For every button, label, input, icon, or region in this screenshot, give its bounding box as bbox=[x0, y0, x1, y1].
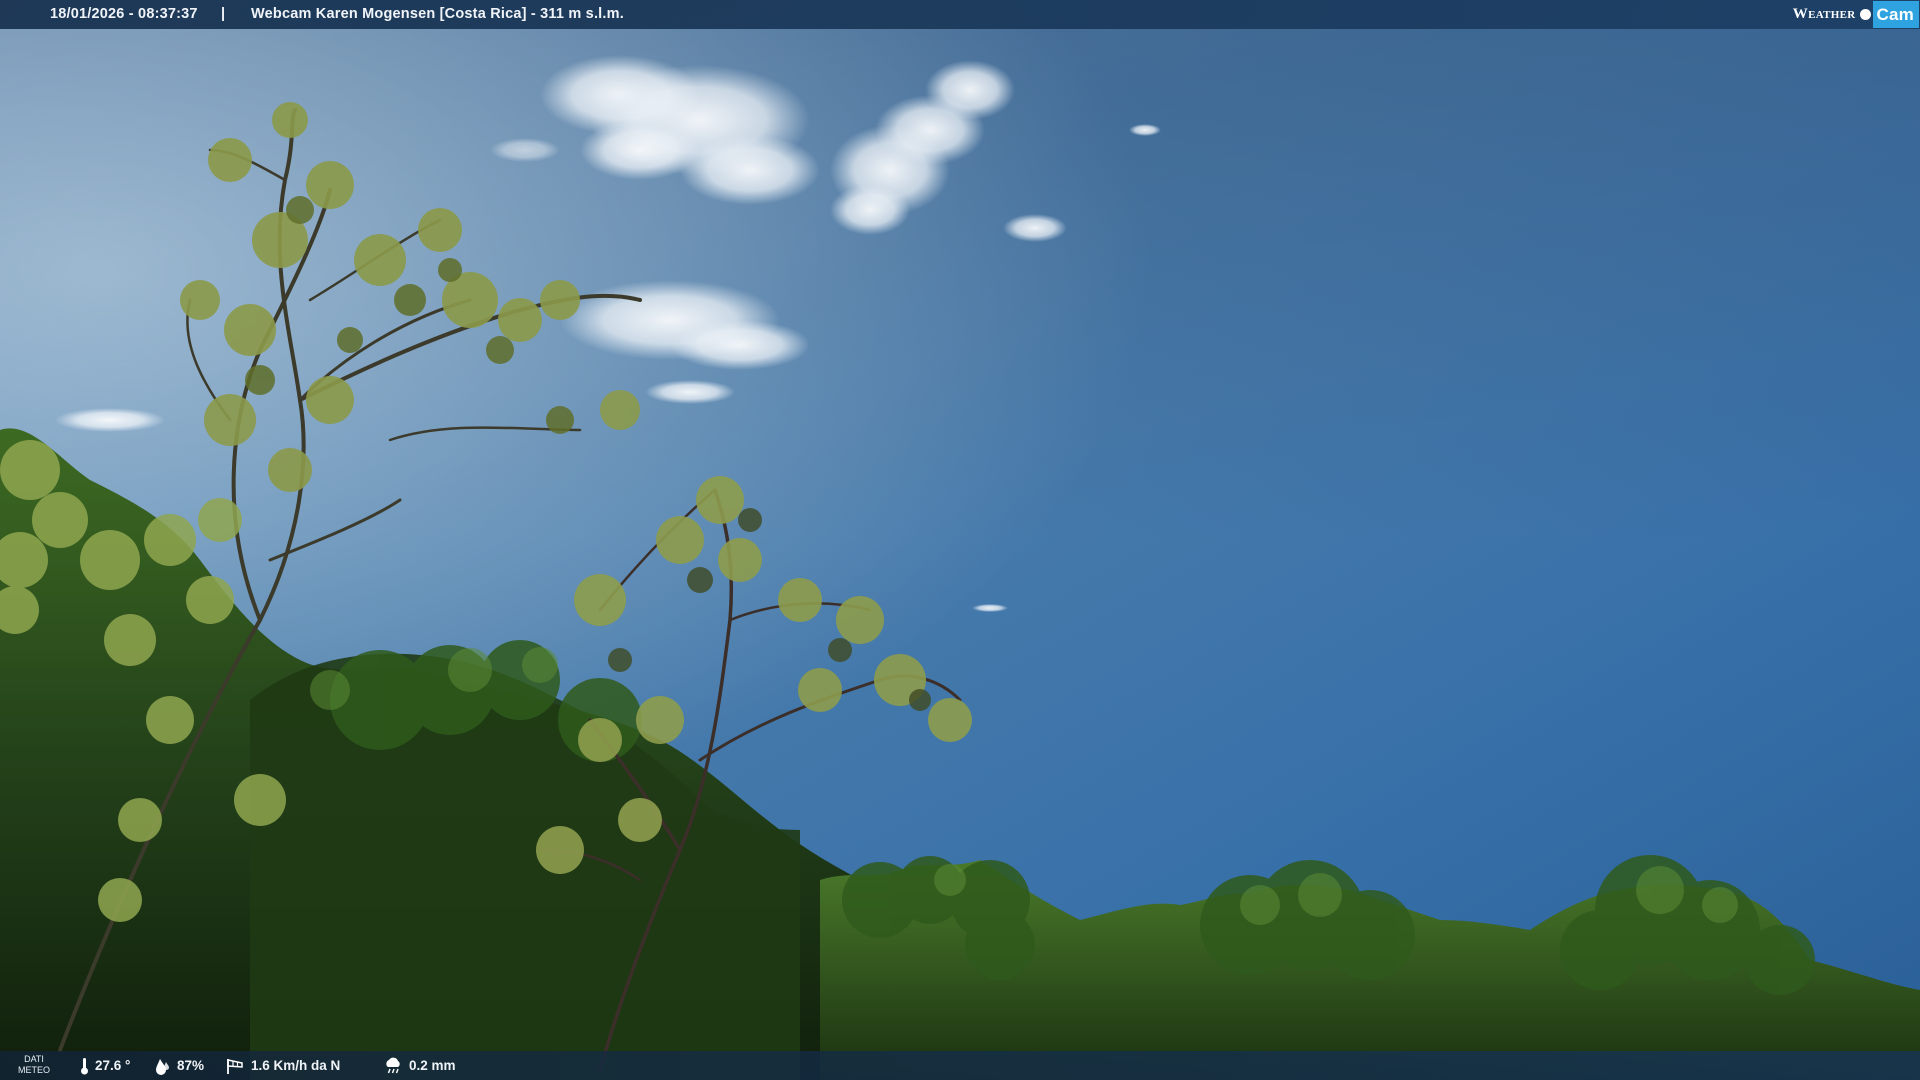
weather-data-label: DATI METEO bbox=[16, 1054, 52, 1076]
humidity-value: 87% bbox=[177, 1058, 205, 1073]
logo-cam-text: Cam bbox=[1872, 1, 1919, 28]
logo-weather-text: Weather bbox=[1792, 6, 1856, 22]
logo-dot-icon bbox=[1859, 9, 1871, 20]
temperature-value: 27.6 ° bbox=[95, 1058, 131, 1073]
title-separator: | bbox=[221, 6, 226, 22]
weathercam-logo: Weather Cam bbox=[1793, 0, 1920, 29]
weather-data-label-line1: DATI bbox=[24, 1054, 44, 1064]
timestamp: 18/01/2026 - 08:37:37 bbox=[50, 6, 198, 22]
top-overlay-bar: 18/01/2026 - 08:37:37 | Webcam Karen Mog… bbox=[0, 0, 1920, 29]
rain-value: 0.2 mm bbox=[409, 1058, 456, 1073]
temperature-reading: 27.6 ° bbox=[80, 1051, 130, 1080]
rain-cloud-icon bbox=[386, 1057, 400, 1073]
humidity-reading: 87% bbox=[153, 1051, 204, 1080]
weather-data-bar: DATI METEO 27.6 ° 87% 1.6 Km/h da N 0.2 … bbox=[0, 1051, 1920, 1080]
webcam-title: Webcam Karen Mogensen [Costa Rica] - 311… bbox=[251, 6, 624, 22]
webcam-image bbox=[0, 0, 1920, 1080]
thermometer-icon bbox=[81, 1057, 88, 1074]
weather-data-label-line2: METEO bbox=[17, 1065, 50, 1075]
windsock-icon bbox=[227, 1058, 243, 1074]
wind-value: 1.6 Km/h da N bbox=[251, 1058, 341, 1073]
rain-reading: 0.2 mm bbox=[383, 1051, 456, 1080]
water-drop-icon bbox=[156, 1058, 169, 1075]
wind-reading: 1.6 Km/h da N bbox=[225, 1051, 340, 1080]
